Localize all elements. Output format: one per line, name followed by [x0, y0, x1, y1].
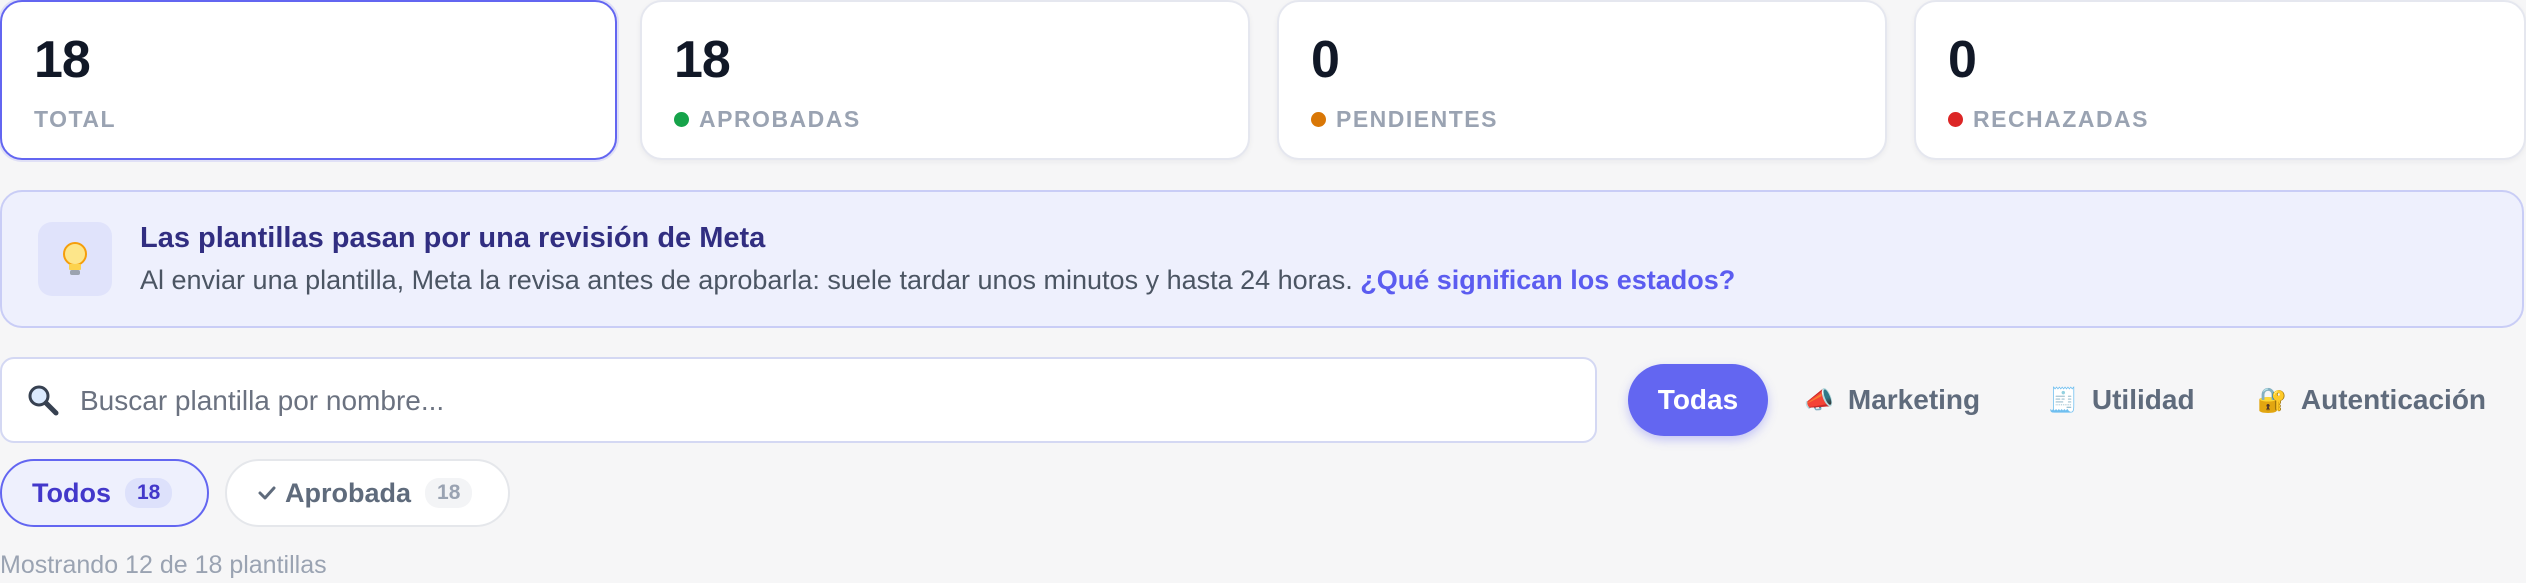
stat-label: TOTAL: [34, 106, 116, 133]
rejected-status-dot: [1948, 112, 1963, 127]
stat-label-text: APROBADAS: [699, 106, 861, 132]
stat-value: 18: [674, 31, 731, 89]
stat-card-rejected[interactable]: 0 RECHAZADAS: [1914, 0, 2526, 160]
count-badge: 18: [124, 478, 173, 508]
status-filter-all[interactable]: Todos 18: [0, 459, 209, 527]
results-count-text: Mostrando 12 de 18 plantillas: [0, 551, 327, 579]
stat-label: PENDIENTES: [1311, 106, 1498, 133]
category-tab-all[interactable]: Todas: [1628, 364, 1768, 436]
pending-status-dot: [1311, 112, 1326, 127]
stat-value: 18: [34, 31, 91, 89]
category-label: Marketing: [1847, 384, 1981, 415]
stat-card-pending[interactable]: 0 PENDIENTES: [1277, 0, 1887, 160]
category-tab-marketing[interactable]: 📣 Marketing: [1804, 364, 1980, 436]
status-meaning-link[interactable]: ¿Qué significan los estados?: [1360, 265, 1735, 295]
banner-title: Las plantillas pasan por una revisión de…: [140, 222, 766, 254]
search-icon: [26, 383, 60, 417]
category-tab-utility[interactable]: 🧾 Utilidad: [2048, 364, 2195, 436]
stat-label: RECHAZADAS: [1948, 106, 2149, 133]
receipt-icon: 🧾: [2048, 386, 2078, 414]
category-tab-authentication[interactable]: 🔐 Autenticación: [2257, 364, 2486, 436]
search-input[interactable]: [78, 373, 1562, 429]
chip-label: Aprobada: [285, 477, 412, 508]
chip-label: Todos: [32, 477, 111, 508]
category-label: Todas: [1657, 384, 1739, 415]
stat-card-approved[interactable]: 18 APROBADAS: [640, 0, 1250, 160]
category-label: Utilidad: [2091, 384, 2195, 415]
count-badge: 18: [425, 478, 473, 508]
stat-card-total[interactable]: 18 TOTAL: [0, 0, 617, 160]
banner-text: Al enviar una plantilla, Meta la revisa …: [140, 265, 1735, 296]
stat-label-text: RECHAZADAS: [1973, 106, 2149, 132]
stat-label-text: PENDIENTES: [1336, 106, 1498, 132]
stat-label-text: TOTAL: [34, 106, 117, 132]
category-label: Autenticación: [2300, 384, 2487, 415]
approved-status-dot: [674, 112, 689, 127]
stat-value: 0: [1948, 31, 1977, 89]
stat-label: APROBADAS: [674, 106, 861, 133]
megaphone-icon: 📣: [1804, 386, 1834, 414]
check-icon: [257, 483, 277, 503]
stat-value: 0: [1311, 31, 1340, 89]
lightbulb-icon: [38, 222, 112, 296]
banner-description: Al enviar una plantilla, Meta la revisa …: [140, 265, 1353, 295]
status-filter-approved[interactable]: Aprobada 18: [225, 459, 510, 527]
stats-row: 18 TOTAL 18 APROBADAS 0 PENDIENTES 0 REC…: [0, 0, 2526, 165]
meta-review-banner: Las plantillas pasan por una revisión de…: [0, 190, 2524, 328]
lock-key-icon: 🔐: [2257, 386, 2287, 414]
category-filter: Todas 📣 Marketing 🧾 Utilidad 🔐 Autentica…: [1628, 364, 2508, 436]
template-search-box[interactable]: [0, 357, 1597, 443]
